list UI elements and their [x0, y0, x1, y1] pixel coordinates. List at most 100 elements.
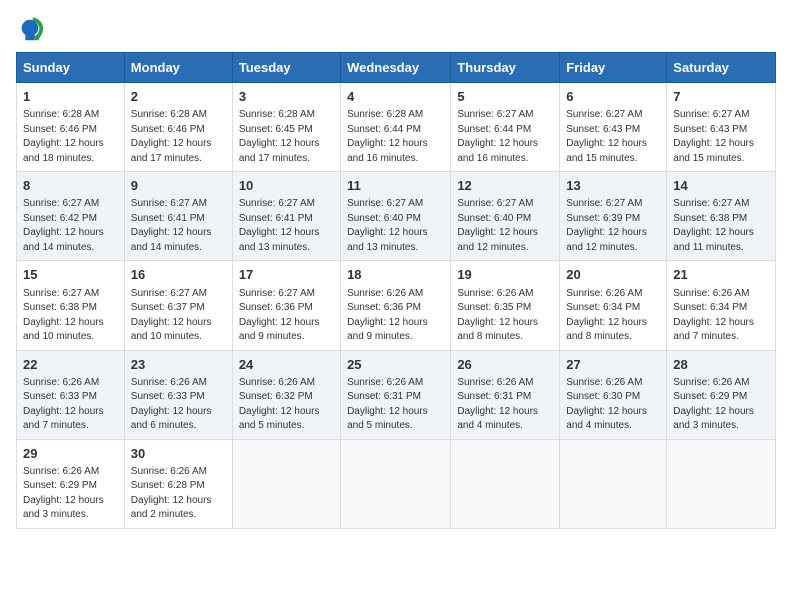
day-number: 13: [566, 177, 660, 195]
calendar-cell: [451, 439, 560, 528]
day-info: Sunrise: 6:27 AMSunset: 6:41 PMDaylight:…: [239, 197, 334, 255]
day-info: Sunrise: 6:26 AMSunset: 6:34 PMDaylight:…: [673, 287, 769, 345]
day-number: 19: [457, 266, 553, 284]
day-of-week-header: Thursday: [451, 53, 560, 83]
calendar-cell: 28 Sunrise: 6:26 AMSunset: 6:29 PMDayligh…: [667, 350, 776, 439]
day-number: 8: [23, 177, 118, 195]
calendar-row: 1 Sunrise: 6:28 AMSunset: 6:46 PMDaylight…: [17, 83, 776, 172]
day-number: 11: [347, 177, 444, 195]
day-number: 14: [673, 177, 769, 195]
day-number: 24: [239, 356, 334, 374]
day-info: Sunrise: 6:28 AMSunset: 6:45 PMDaylight:…: [239, 108, 334, 166]
day-number: 22: [23, 356, 118, 374]
calendar-cell: 20 Sunrise: 6:26 AMSunset: 6:34 PMDayligh…: [560, 261, 667, 350]
day-number: 30: [131, 445, 226, 463]
calendar-cell: 15 Sunrise: 6:27 AMSunset: 6:38 PMDayligh…: [17, 261, 125, 350]
day-info: Sunrise: 6:27 AMSunset: 6:43 PMDaylight:…: [566, 108, 660, 166]
day-of-week-header: Wednesday: [341, 53, 451, 83]
calendar-cell: 11Sunrise: 6:27 AMSunset: 6:40 PMDayligh…: [341, 172, 451, 261]
calendar-cell: 13 Sunrise: 6:27 AMSunset: 6:39 PMDayligh…: [560, 172, 667, 261]
day-info: Sunrise: 6:27 AMSunset: 6:44 PMDaylight:…: [457, 108, 553, 166]
calendar-row: 29 Sunrise: 6:26 AMSunset: 6:29 PMDayligh…: [17, 439, 776, 528]
day-number: 16: [131, 266, 226, 284]
day-number: 12: [457, 177, 553, 195]
day-info: Sunrise: 6:27 AMSunset: 6:38 PMDaylight:…: [673, 197, 769, 255]
calendar-cell: [232, 439, 340, 528]
calendar-cell: 19 Sunrise: 6:26 AMSunset: 6:35 PMDayligh…: [451, 261, 560, 350]
calendar-cell: 30 Sunrise: 6:26 AMSunset: 6:28 PMDayligh…: [124, 439, 232, 528]
day-number: 18: [347, 266, 444, 284]
day-number: 2: [131, 88, 226, 106]
calendar-row: 15 Sunrise: 6:27 AMSunset: 6:38 PMDayligh…: [17, 261, 776, 350]
calendar-cell: [667, 439, 776, 528]
day-info: Sunrise: 6:27 AMSunset: 6:38 PMDaylight:…: [23, 287, 118, 345]
calendar-cell: 1 Sunrise: 6:28 AMSunset: 6:46 PMDaylight…: [17, 83, 125, 172]
calendar-cell: 25 Sunrise: 6:26 AMSunset: 6:31 PMDayligh…: [341, 350, 451, 439]
day-number: 15: [23, 266, 118, 284]
day-info: Sunrise: 6:26 AMSunset: 6:29 PMDaylight:…: [23, 465, 118, 523]
calendar-cell: 4Sunrise: 6:28 AMSunset: 6:44 PMDaylight…: [341, 83, 451, 172]
day-info: Sunrise: 6:27 AMSunset: 6:36 PMDaylight:…: [239, 287, 334, 345]
page-header: [16, 16, 776, 44]
day-number: 7: [673, 88, 769, 106]
day-info: Sunrise: 6:26 AMSunset: 6:29 PMDaylight:…: [673, 376, 769, 434]
calendar-cell: 5 Sunrise: 6:27 AMSunset: 6:44 PMDaylight…: [451, 83, 560, 172]
calendar-cell: 3 Sunrise: 6:28 AMSunset: 6:45 PMDaylight…: [232, 83, 340, 172]
calendar-cell: [560, 439, 667, 528]
calendar-cell: 24 Sunrise: 6:26 AMSunset: 6:32 PMDayligh…: [232, 350, 340, 439]
calendar-row: 8Sunrise: 6:27 AMSunset: 6:42 PMDaylight…: [17, 172, 776, 261]
day-info: Sunrise: 6:26 AMSunset: 6:32 PMDaylight:…: [239, 376, 334, 434]
day-of-week-header: Friday: [560, 53, 667, 83]
day-info: Sunrise: 6:28 AMSunset: 6:44 PMDaylight:…: [347, 108, 444, 166]
day-of-week-header: Saturday: [667, 53, 776, 83]
calendar-cell: 2 Sunrise: 6:28 AMSunset: 6:46 PMDaylight…: [124, 83, 232, 172]
day-info: Sunrise: 6:26 AMSunset: 6:30 PMDaylight:…: [566, 376, 660, 434]
calendar-header-row: SundayMondayTuesdayWednesdayThursdayFrid…: [17, 53, 776, 83]
calendar-cell: 16Sunrise: 6:27 AMSunset: 6:37 PMDayligh…: [124, 261, 232, 350]
calendar-cell: [341, 439, 451, 528]
day-info: Sunrise: 6:26 AMSunset: 6:35 PMDaylight:…: [457, 287, 553, 345]
day-of-week-header: Tuesday: [232, 53, 340, 83]
calendar-cell: 9Sunrise: 6:27 AMSunset: 6:41 PMDaylight…: [124, 172, 232, 261]
day-number: 6: [566, 88, 660, 106]
day-info: Sunrise: 6:26 AMSunset: 6:28 PMDaylight:…: [131, 465, 226, 523]
day-number: 20: [566, 266, 660, 284]
calendar-cell: 23 Sunrise: 6:26 AMSunset: 6:33 PMDayligh…: [124, 350, 232, 439]
day-number: 29: [23, 445, 118, 463]
day-number: 25: [347, 356, 444, 374]
calendar-row: 22 Sunrise: 6:26 AMSunset: 6:33 PMDayligh…: [17, 350, 776, 439]
day-info: Sunrise: 6:26 AMSunset: 6:31 PMDaylight:…: [347, 376, 444, 434]
calendar-cell: 10 Sunrise: 6:27 AMSunset: 6:41 PMDayligh…: [232, 172, 340, 261]
day-number: 10: [239, 177, 334, 195]
day-info: Sunrise: 6:26 AMSunset: 6:34 PMDaylight:…: [566, 287, 660, 345]
logo-icon: [16, 16, 44, 44]
day-number: 21: [673, 266, 769, 284]
day-number: 17: [239, 266, 334, 284]
logo: [16, 16, 48, 44]
calendar-cell: 6 Sunrise: 6:27 AMSunset: 6:43 PMDaylight…: [560, 83, 667, 172]
day-info: Sunrise: 6:26 AMSunset: 6:36 PMDaylight:…: [347, 287, 444, 345]
calendar-cell: 26Sunrise: 6:26 AMSunset: 6:31 PMDayligh…: [451, 350, 560, 439]
day-number: 1: [23, 88, 118, 106]
calendar-cell: 8Sunrise: 6:27 AMSunset: 6:42 PMDaylight…: [17, 172, 125, 261]
day-info: Sunrise: 6:28 AMSunset: 6:46 PMDaylight:…: [23, 108, 118, 166]
calendar-cell: 27Sunrise: 6:26 AMSunset: 6:30 PMDayligh…: [560, 350, 667, 439]
day-info: Sunrise: 6:28 AMSunset: 6:46 PMDaylight:…: [131, 108, 226, 166]
day-info: Sunrise: 6:27 AMSunset: 6:41 PMDaylight:…: [131, 197, 226, 255]
day-info: Sunrise: 6:27 AMSunset: 6:43 PMDaylight:…: [673, 108, 769, 166]
day-of-week-header: Monday: [124, 53, 232, 83]
calendar-cell: 21 Sunrise: 6:26 AMSunset: 6:34 PMDayligh…: [667, 261, 776, 350]
calendar-cell: 17 Sunrise: 6:27 AMSunset: 6:36 PMDayligh…: [232, 261, 340, 350]
day-number: 28: [673, 356, 769, 374]
day-number: 3: [239, 88, 334, 106]
day-number: 23: [131, 356, 226, 374]
calendar-table: SundayMondayTuesdayWednesdayThursdayFrid…: [16, 52, 776, 529]
day-of-week-header: Sunday: [17, 53, 125, 83]
calendar-cell: 18 Sunrise: 6:26 AMSunset: 6:36 PMDayligh…: [341, 261, 451, 350]
day-info: Sunrise: 6:27 AMSunset: 6:39 PMDaylight:…: [566, 197, 660, 255]
day-info: Sunrise: 6:26 AMSunset: 6:33 PMDaylight:…: [23, 376, 118, 434]
day-number: 5: [457, 88, 553, 106]
calendar-cell: 14 Sunrise: 6:27 AMSunset: 6:38 PMDayligh…: [667, 172, 776, 261]
day-info: Sunrise: 6:26 AMSunset: 6:33 PMDaylight:…: [131, 376, 226, 434]
calendar-cell: 7 Sunrise: 6:27 AMSunset: 6:43 PMDaylight…: [667, 83, 776, 172]
